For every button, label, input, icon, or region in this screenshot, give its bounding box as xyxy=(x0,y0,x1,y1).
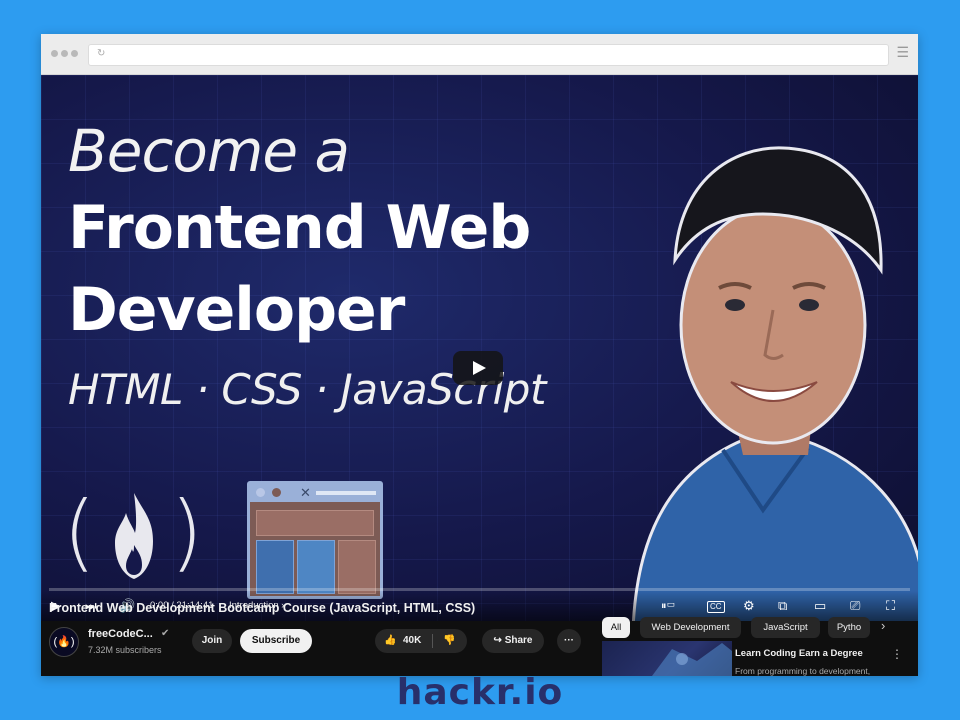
recommendation-title[interactable]: Learn Coding Earn a Degree xyxy=(735,648,863,659)
cc-icon[interactable]: CC xyxy=(707,601,725,613)
like-count[interactable]: 40K xyxy=(403,629,421,653)
hackr-logo: hackr.io xyxy=(396,672,564,713)
more-actions-button[interactable]: ··· xyxy=(557,629,581,653)
join-button[interactable]: Join xyxy=(192,629,232,653)
cast-icon[interactable]: ⎚ xyxy=(850,598,860,614)
chip-all[interactable]: All xyxy=(602,617,630,638)
subscribe-button[interactable]: Subscribe xyxy=(240,629,312,653)
center-play-button[interactable] xyxy=(453,351,503,385)
autoplay-toggle-icon[interactable]: ⏸▭ xyxy=(661,598,675,614)
chevron-right-icon[interactable]: › xyxy=(881,618,885,633)
settings-icon[interactable]: ⚙ xyxy=(743,598,755,614)
like-dislike-group: 👍 40K 👎 xyxy=(375,629,467,653)
verified-icon: ✔ xyxy=(161,628,170,639)
divider xyxy=(432,634,433,648)
share-icon: ↪ xyxy=(493,635,502,646)
reload-icon[interactable]: ↻ xyxy=(97,48,105,59)
like-icon[interactable]: 👍 xyxy=(384,629,396,653)
video-player[interactable]: Become a Frontend Web Developer HTML · C… xyxy=(41,75,918,621)
window-dot-close[interactable] xyxy=(51,50,58,57)
dislike-icon[interactable]: 👎 xyxy=(443,629,455,653)
play-icon xyxy=(473,361,486,375)
browser-window: ↻ ☰ Become a Frontend Web Developer HTML… xyxy=(41,34,918,676)
thumbnail-headline-2: Frontend Web xyxy=(68,193,531,263)
theater-icon[interactable]: ▭ xyxy=(814,598,826,614)
window-dot-maximize[interactable] xyxy=(71,50,78,57)
thumbnail-headline-3: Developer xyxy=(68,275,405,345)
browser-menu-icon[interactable]: ☰ xyxy=(896,44,909,61)
browser-toolbar: ↻ ☰ xyxy=(41,34,918,75)
fullscreen-icon[interactable]: ⛶ xyxy=(886,598,895,614)
miniplayer-icon[interactable]: ⧉ xyxy=(778,598,787,614)
channel-avatar[interactable]: (🔥) xyxy=(49,627,79,657)
freecodecamp-logo-icon: ( ) xyxy=(63,483,203,581)
share-label: Share xyxy=(504,635,533,646)
thumbnail-headline-1: Become a xyxy=(68,117,350,185)
subscriber-count: 7.32M subscribers xyxy=(88,645,162,655)
kebab-menu-icon[interactable]: ⋮ xyxy=(891,647,903,661)
chip-python[interactable]: Pytho xyxy=(828,617,870,638)
recommendation-thumbnail[interactable] xyxy=(602,641,732,676)
chip-javascript[interactable]: JavaScript xyxy=(751,617,820,638)
channel-name[interactable]: freeCodeC... xyxy=(88,628,153,640)
chip-web-development[interactable]: Web Development xyxy=(640,617,741,638)
share-button[interactable]: ↪ Share xyxy=(482,629,544,653)
window-dot-minimize[interactable] xyxy=(61,50,68,57)
presenter-photo xyxy=(632,146,918,621)
video-title: Frontend Web Development Bootcamp Course… xyxy=(49,601,476,615)
address-bar[interactable]: ↻ xyxy=(88,44,889,66)
website-illustration-icon: ✕ xyxy=(247,481,383,599)
